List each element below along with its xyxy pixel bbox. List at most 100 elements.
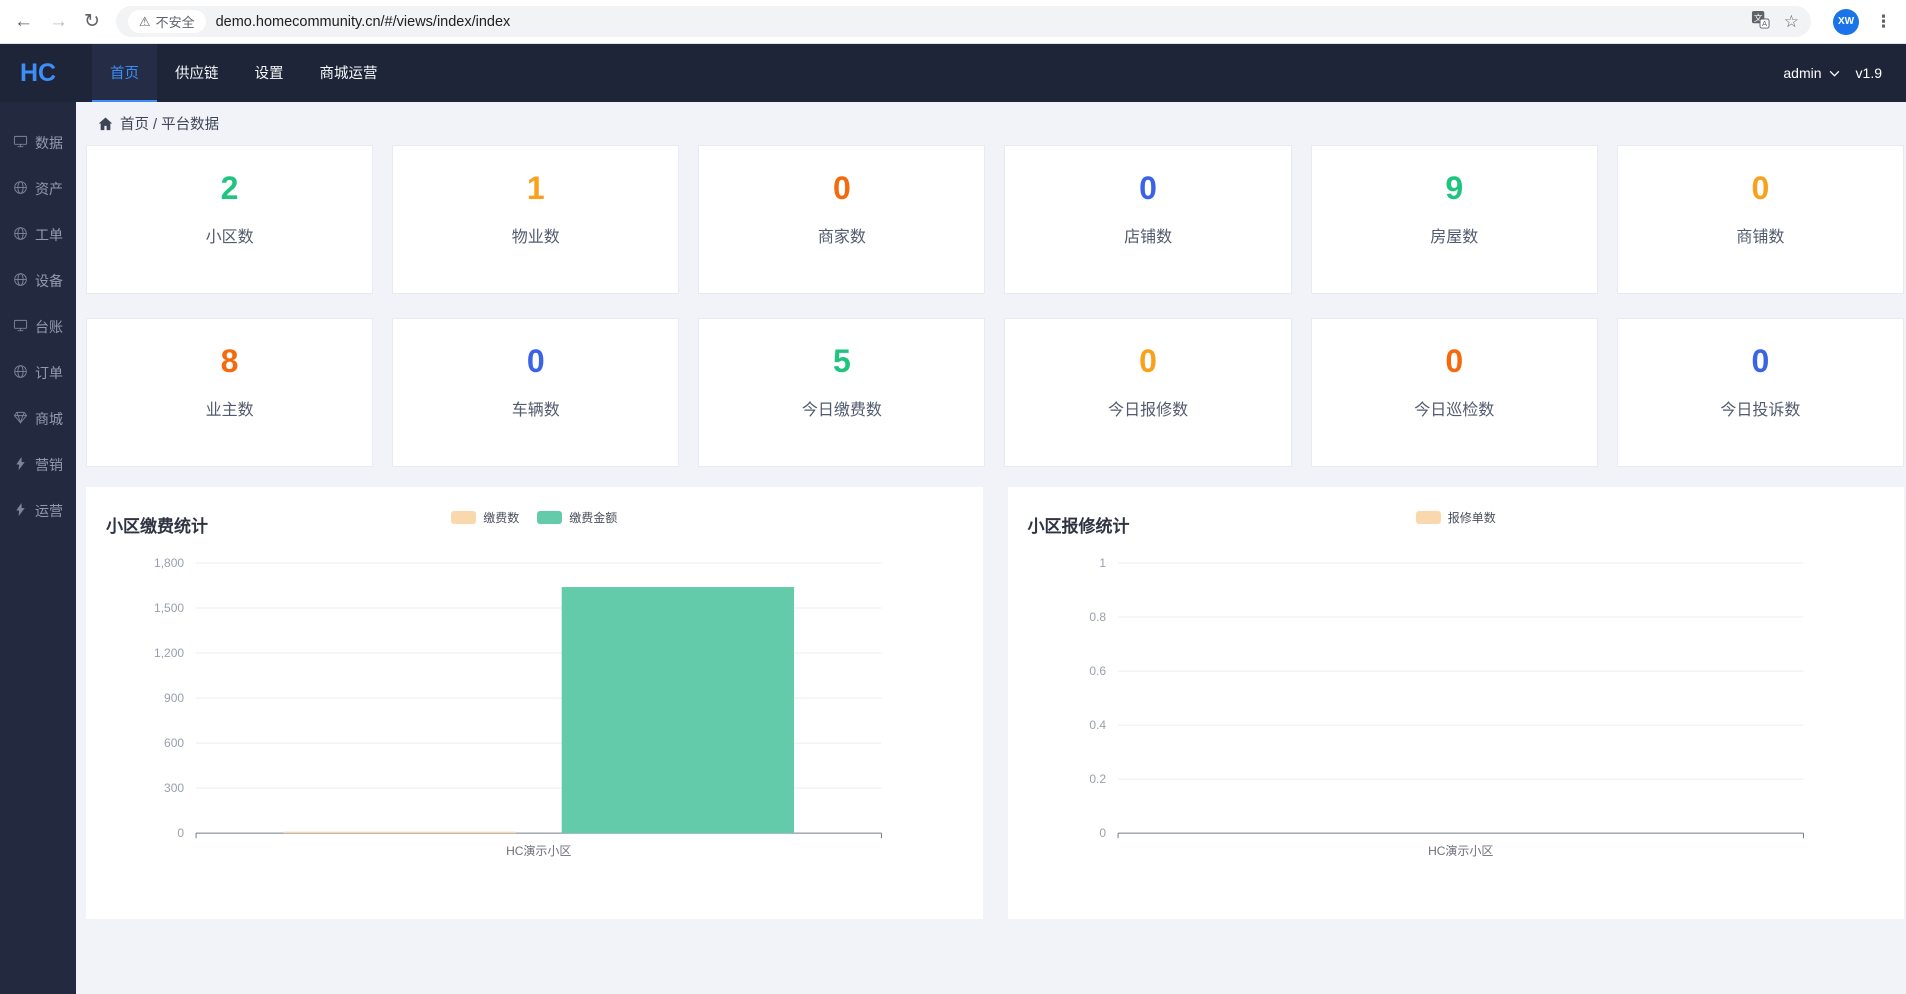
stat-card-车辆数: 0 车辆数 [392,318,679,467]
bookmark-star-icon[interactable]: ☆ [1784,12,1799,32]
repair-chart-panel: 小区报修统计 报修单数 00.20.40.60.81HC演示小区 [1008,487,1905,919]
bolt-icon [13,456,28,474]
chevron-down-icon [1829,70,1840,77]
address-bar[interactable]: ⚠ 不安全 demo.homecommunity.cn/#/views/inde… [116,6,1811,37]
sidebar-item-营销[interactable]: 营销 [0,444,76,486]
stat-value: 0 [1139,345,1157,377]
stat-label: 店铺数 [1124,223,1172,247]
stat-value: 0 [1445,345,1463,377]
stat-card-今日缴费数: 5今日缴费数 [698,318,985,467]
charts-row: 小区缴费统计 缴费数缴费金额 03006009001,2001,5001,800… [86,487,1906,919]
svg-text:1,200: 1,200 [154,646,184,660]
svg-text:1,500: 1,500 [154,601,184,615]
stat-label: 今日巡检数 [1414,396,1494,420]
user-menu[interactable]: admin [1783,65,1839,81]
stat-label: 车辆数 [512,396,560,420]
stat-value: 8 [221,345,239,377]
sidebar: 数据资产工单设备台账订单商城营销运营 [0,102,76,994]
globe-icon [13,180,28,198]
sidebar-item-数据[interactable]: 数据 [0,122,76,164]
stat-card-今日巡检数: 0 今日巡检数 [1311,318,1598,467]
top-nav-tabs: 首页供应链设置商城运营 [92,44,396,102]
legend-swatch [537,511,562,524]
stat-value: 0 [1139,172,1157,204]
stat-label: 业主数 [206,396,254,420]
legend-item-报修单数[interactable]: 报修单数 [1416,509,1496,526]
version-label: v1.9 [1856,65,1882,81]
sidebar-item-工单[interactable]: 工单 [0,214,76,256]
stat-card-商铺数: 0 商铺数 [1617,145,1904,294]
stat-card-今日报修数: 0 今日报修数 [1004,318,1291,467]
svg-text:0.2: 0.2 [1089,772,1106,786]
payment-chart-panel: 小区缴费统计 缴费数缴费金额 03006009001,2001,5001,800… [86,487,983,919]
stat-card-今日投诉数: 0 今日投诉数 [1617,318,1904,467]
globe-icon [13,272,28,290]
chart-legend: 报修单数 [1028,509,1885,526]
svg-text:0: 0 [177,826,184,840]
payment-bar-chart: 03006009001,2001,5001,800HC演示小区 [106,545,963,885]
legend-item-缴费金额[interactable]: 缴费金额 [537,509,617,526]
legend-swatch [1416,511,1441,524]
legend-item-缴费数[interactable]: 缴费数 [451,509,519,526]
tab-供应链[interactable]: 供应链 [157,44,237,102]
legend-swatch [451,511,476,524]
browser-toolbar: ← → ↻ ⚠ 不安全 demo.homecommunity.cn/#/view… [0,0,1906,44]
sidebar-item-台账[interactable]: 台账 [0,306,76,348]
stat-value: 0 [1752,172,1770,204]
main-content: 首页 / 平台数据 2小区数1物业数0商家数0店铺数9房屋数0商铺数8业主数0车… [76,102,1906,994]
stat-value: 9 [1445,172,1463,204]
tab-设置[interactable]: 设置 [237,44,302,102]
monitor-icon [13,318,28,336]
stat-card-房屋数: 9 房屋数 [1311,145,1598,294]
svg-text:1,800: 1,800 [154,556,184,570]
url-text[interactable]: demo.homecommunity.cn/#/views/index/inde… [216,14,511,30]
chart-legend: 缴费数 缴费金额 [106,509,963,526]
stat-card-小区数: 2小区数 [86,145,373,294]
app-logo[interactable]: HC [0,44,76,102]
svg-text:600: 600 [164,736,184,750]
sidebar-item-设备[interactable]: 设备 [0,260,76,302]
username: admin [1783,65,1821,81]
sidebar-item-订单[interactable]: 订单 [0,352,76,394]
svg-text:0.4: 0.4 [1089,718,1106,732]
stat-label: 商铺数 [1736,223,1784,247]
sidebar-item-运营[interactable]: 运营 [0,490,76,532]
monitor-icon [13,134,28,152]
browser-menu-icon[interactable]: ⋮ [1875,12,1892,32]
stat-label: 物业数 [512,223,560,247]
sidebar-item-商城[interactable]: 商城 [0,398,76,440]
sidebar-item-资产[interactable]: 资产 [0,168,76,210]
stat-label: 房屋数 [1430,223,1478,247]
breadcrumb[interactable]: 首页 / 平台数据 [86,102,1906,145]
tab-商城运营[interactable]: 商城运营 [302,44,396,102]
reload-icon[interactable]: ↻ [84,12,100,31]
stat-value: 0 [527,345,545,377]
svg-text:1: 1 [1099,556,1106,570]
stat-card-店铺数: 0 店铺数 [1004,145,1291,294]
globe-icon [13,364,28,382]
tab-首页[interactable]: 首页 [92,44,157,102]
home-icon [98,117,113,131]
svg-text:0.8: 0.8 [1089,610,1106,624]
stat-label: 小区数 [206,223,254,247]
translate-icon[interactable]: 文A [1751,10,1770,34]
stat-value: 0 [833,172,851,204]
security-chip[interactable]: ⚠ 不安全 [128,10,206,33]
stat-cards-grid: 2小区数1物业数0商家数0店铺数9房屋数0商铺数8业主数0车辆数5今日缴费数0今… [86,145,1906,467]
stat-label: 今日报修数 [1108,396,1188,420]
svg-text:0.6: 0.6 [1089,664,1106,678]
globe-icon [13,226,28,244]
svg-text:300: 300 [164,781,184,795]
bolt-icon [13,502,28,520]
stat-value: 0 [1752,345,1770,377]
warning-icon: ⚠ [139,14,151,30]
svg-text:HC演示小区: HC演示小区 [506,843,571,858]
browser-profile-avatar[interactable]: XW [1833,9,1859,35]
svg-text:HC演示小区: HC演示小区 [1428,843,1493,858]
stat-value: 5 [833,345,851,377]
stat-card-物业数: 1物业数 [392,145,679,294]
stat-label: 今日投诉数 [1720,396,1800,420]
navbar-right: admin v1.9 [1783,44,1906,102]
forward-icon[interactable]: → [49,12,68,31]
back-icon[interactable]: ← [14,12,33,31]
